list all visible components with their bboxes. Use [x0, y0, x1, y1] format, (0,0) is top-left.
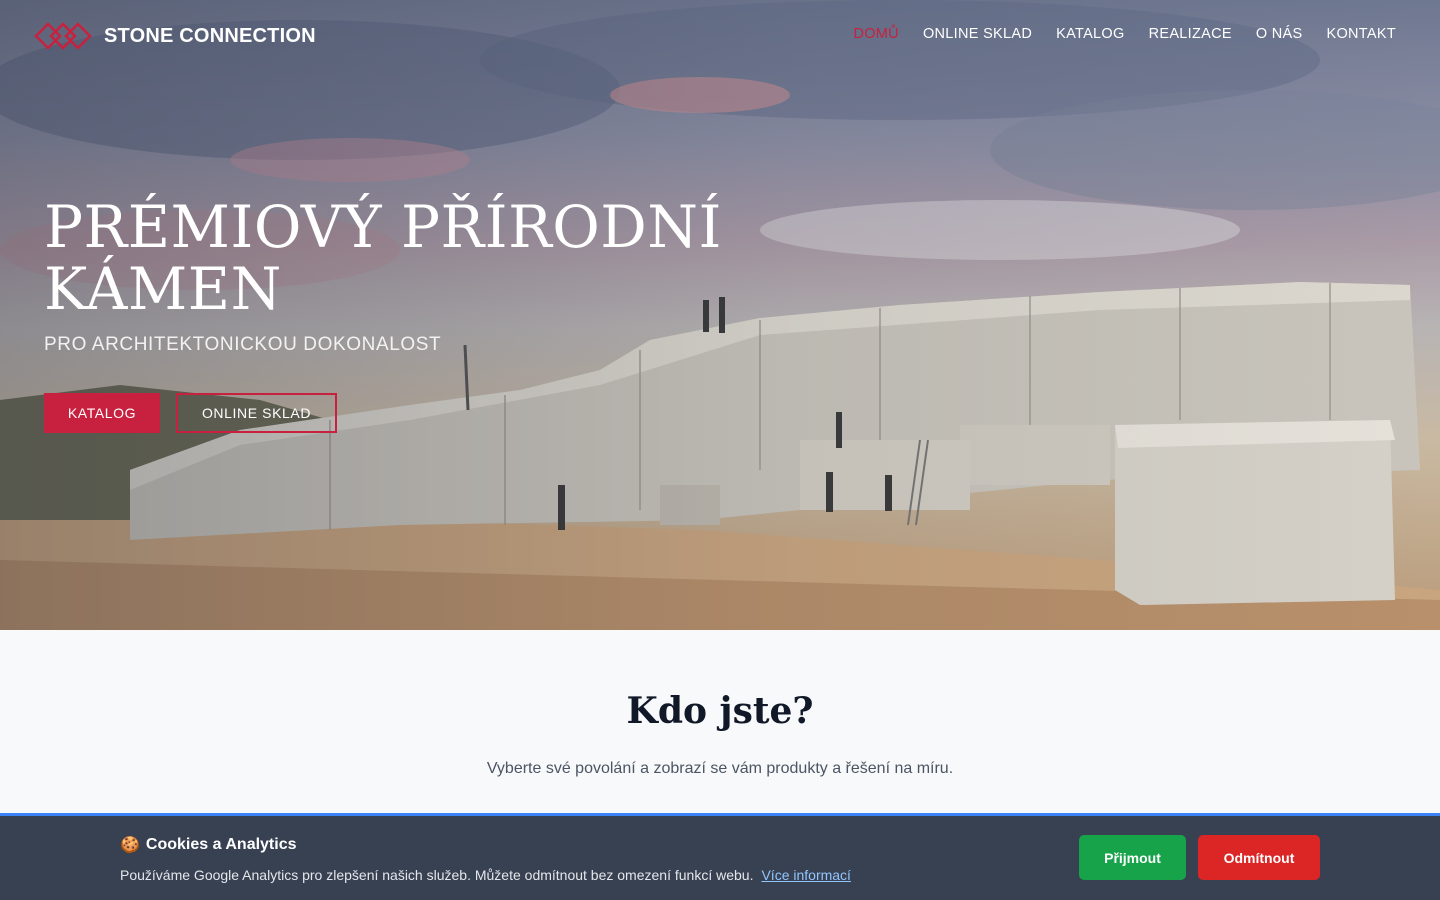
nav-item-kontakt[interactable]: KONTAKT: [1326, 26, 1396, 42]
decline-cookies-button[interactable]: Odmítnout: [1198, 835, 1320, 880]
online-sklad-button[interactable]: ONLINE SKLAD: [176, 393, 337, 433]
hero-section: PRÉMIOVÝ PŘÍRODNÍ KÁMEN PRO ARCHITEKTONI…: [0, 0, 1440, 630]
katalog-button[interactable]: KATALOG: [44, 393, 160, 433]
cookie-title-text: Cookies a Analytics: [145, 836, 297, 853]
nav-item-realizace[interactable]: REALIZACE: [1149, 26, 1232, 42]
section-title: Kdo jste?: [626, 690, 814, 732]
logo-icon: [34, 22, 92, 50]
cookie-banner-title: 🍪 Cookies a Analytics: [120, 835, 297, 855]
more-info-link[interactable]: Více informací: [761, 867, 850, 883]
main-nav: DOMŮ ONLINE SKLAD KATALOG REALIZACE O NÁ…: [853, 26, 1396, 42]
hero-title: PRÉMIOVÝ PŘÍRODNÍ KÁMEN: [44, 193, 722, 323]
accept-cookies-button[interactable]: Přijmout: [1079, 835, 1186, 880]
hero-subtitle: PRO ARCHITEKTONICKOU DOKONALOST: [44, 334, 442, 355]
nav-item-o-nas[interactable]: O NÁS: [1256, 26, 1303, 42]
cookie-description: Používáme Google Analytics pro zlepšení …: [120, 867, 754, 883]
logo-text: STONE CONNECTION: [104, 24, 316, 47]
nav-item-katalog[interactable]: KATALOG: [1056, 26, 1124, 42]
site-header: STONE CONNECTION DOMŮ ONLINE SKLAD KATAL…: [0, 0, 1440, 72]
cookie-banner: 🍪 Cookies a Analytics Používáme Google A…: [0, 813, 1440, 900]
nav-item-online-sklad[interactable]: ONLINE SKLAD: [923, 26, 1032, 42]
cookie-icon: 🍪: [120, 837, 140, 854]
section-description: Vyberte své povolání a zobrazí se vám pr…: [486, 760, 954, 777]
cookie-banner-text: Používáme Google Analytics pro zlepšení …: [120, 867, 851, 883]
logo[interactable]: STONE CONNECTION: [34, 20, 316, 52]
nav-item-domu[interactable]: DOMŮ: [853, 26, 899, 42]
